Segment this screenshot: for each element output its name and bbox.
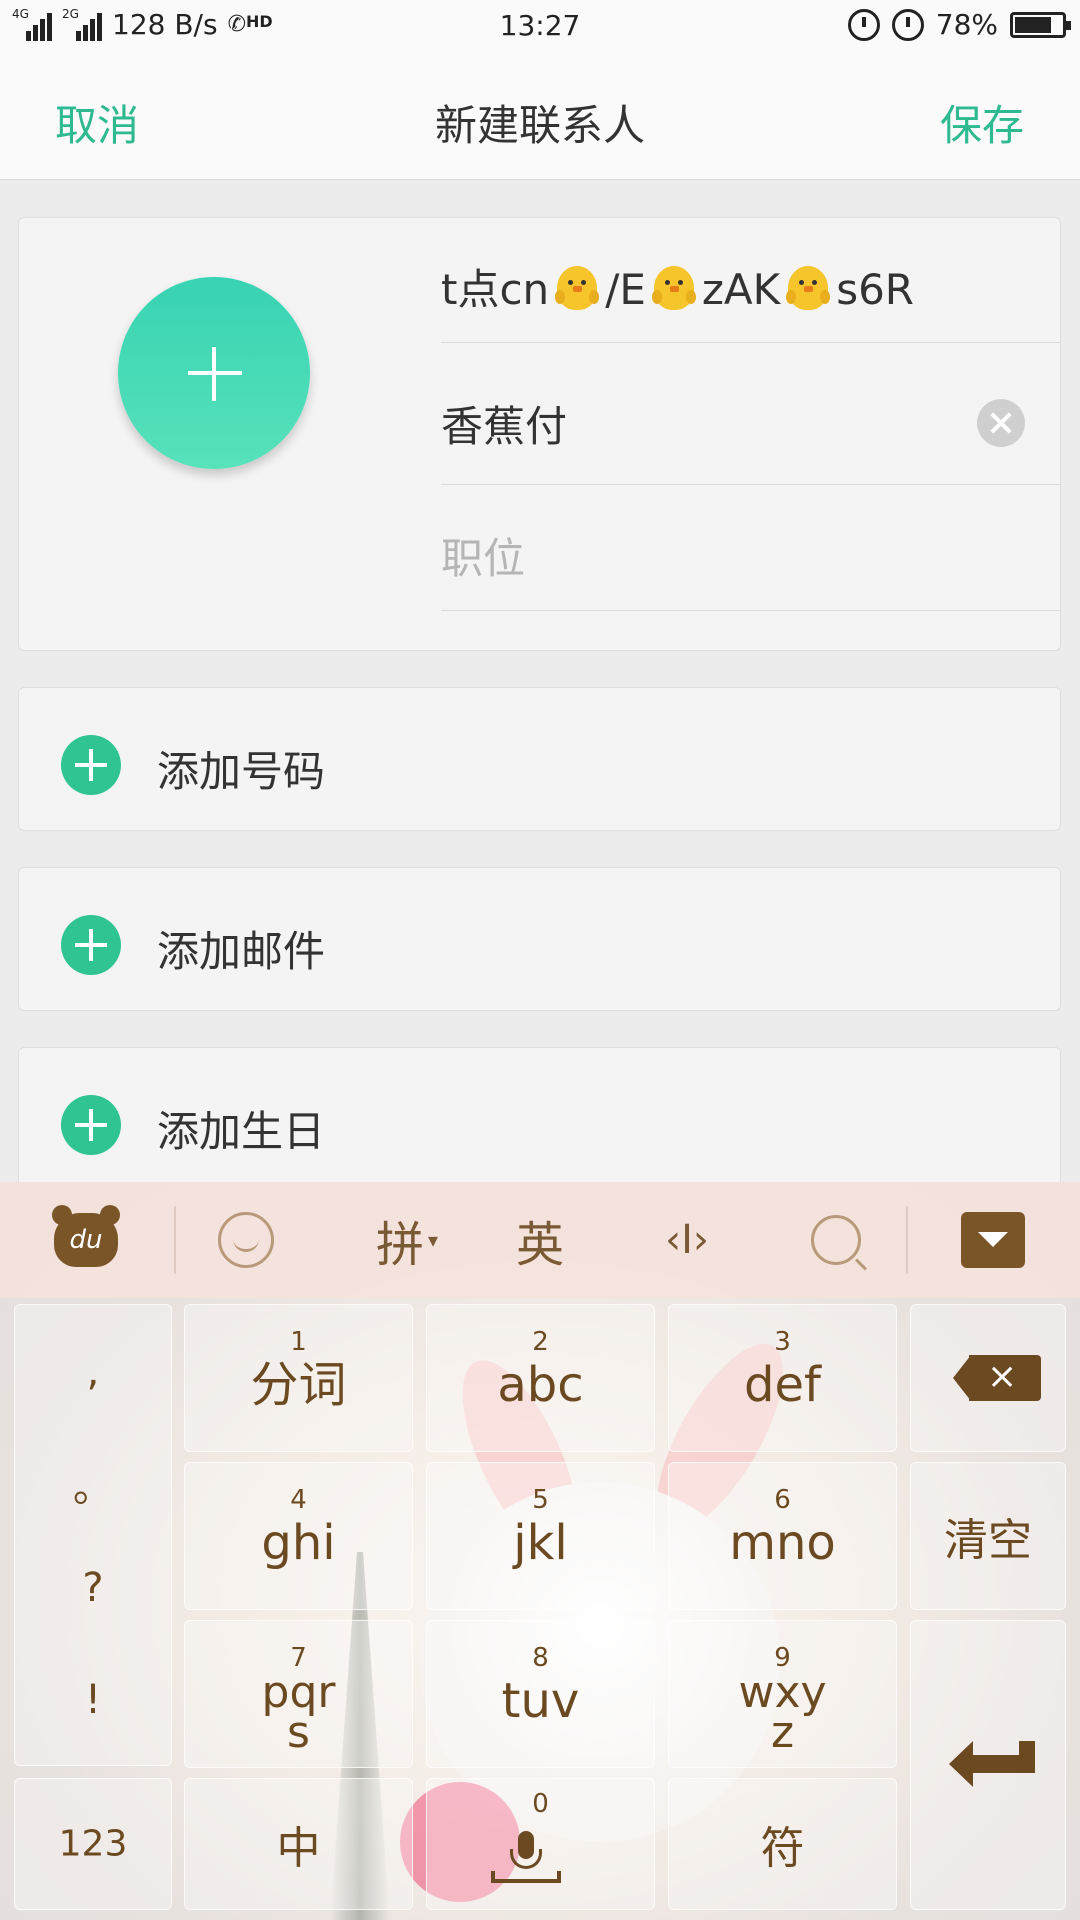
page-title: 新建联系人 bbox=[434, 101, 645, 150]
add-birthday-label: 添加生日 bbox=[157, 1107, 326, 1156]
du-logo-text: du bbox=[52, 1205, 120, 1267]
punct-comma-key[interactable]: , bbox=[15, 1349, 171, 1395]
enter-key[interactable] bbox=[910, 1620, 1066, 1910]
chick-emoji-icon bbox=[782, 262, 834, 314]
title-bar: 取消 新建联系人 保存 bbox=[0, 54, 1080, 180]
key-label: jkl bbox=[513, 1515, 568, 1571]
backspace-key[interactable]: × bbox=[910, 1304, 1066, 1452]
name-part-3: zAK bbox=[701, 265, 781, 314]
rotation-lock-icon bbox=[847, 8, 880, 41]
english-mode-button[interactable]: 英 bbox=[510, 1200, 570, 1280]
key-label: tuv bbox=[501, 1673, 580, 1729]
key-number: 1 bbox=[290, 1327, 307, 1357]
symbols-label: 符 bbox=[760, 1823, 805, 1874]
contact-info-card: t点cn/E zAK s6R 香蕉付 职位 bbox=[18, 217, 1061, 651]
space-voice-key[interactable]: 0 bbox=[426, 1778, 655, 1910]
key-8[interactable]: 8 tuv bbox=[426, 1620, 655, 1768]
du-logo-icon[interactable]: du bbox=[52, 1200, 120, 1280]
key-1[interactable]: 1 分词 bbox=[184, 1304, 413, 1452]
emoji-icon[interactable] bbox=[216, 1200, 276, 1280]
clear-icon[interactable] bbox=[977, 399, 1025, 447]
key-6[interactable]: 6 mno bbox=[668, 1462, 897, 1610]
add-photo-button[interactable] bbox=[118, 277, 310, 469]
key-number: 5 bbox=[532, 1485, 549, 1515]
dropdown-arrow-icon: ▾ bbox=[427, 1228, 439, 1252]
cursor-label: ‹I› bbox=[665, 1217, 709, 1263]
cursor-move-icon[interactable]: ‹I› bbox=[654, 1200, 720, 1280]
add-phone-label: 添加号码 bbox=[157, 747, 326, 796]
backspace-icon: × bbox=[953, 1355, 1043, 1401]
chinese-key[interactable]: 中 bbox=[184, 1778, 413, 1910]
key-7[interactable]: 7 pqr s bbox=[184, 1620, 413, 1768]
key-number: 8 bbox=[532, 1643, 549, 1673]
key-number: 0 bbox=[532, 1789, 549, 1819]
key-number: 4 bbox=[290, 1485, 307, 1515]
add-phone-row[interactable]: 添加号码 bbox=[18, 687, 1061, 831]
key-label: pqr s bbox=[261, 1667, 336, 1759]
english-label: 英 bbox=[515, 1217, 564, 1273]
enter-icon bbox=[949, 1741, 1039, 1787]
punctuation-column: , 。 ? ! bbox=[14, 1304, 172, 1766]
key-number: 6 bbox=[774, 1485, 791, 1515]
key-number: 2 bbox=[532, 1327, 549, 1357]
add-email-row[interactable]: 添加邮件 bbox=[18, 867, 1061, 1011]
search-icon[interactable] bbox=[806, 1200, 866, 1280]
add-circle-icon bbox=[61, 735, 121, 795]
numbers-label: 123 bbox=[58, 1823, 128, 1865]
add-circle-icon bbox=[61, 915, 121, 975]
name-field[interactable]: t点cn/E zAK s6R bbox=[441, 218, 1061, 343]
chick-emoji-icon bbox=[551, 262, 603, 314]
status-right: 78% bbox=[847, 8, 1071, 41]
key-label: wxy z bbox=[738, 1667, 827, 1759]
numbers-key[interactable]: 123 bbox=[14, 1778, 172, 1910]
keyboard-toolbar: du 拼 ▾ 英 ‹I› bbox=[0, 1182, 1080, 1298]
battery-percent: 78% bbox=[935, 8, 998, 41]
key-label: mno bbox=[729, 1515, 836, 1571]
key-label: abc bbox=[497, 1357, 584, 1413]
microphone-icon bbox=[491, 1831, 561, 1887]
punct-question-key[interactable]: ? bbox=[15, 1565, 171, 1611]
alarm-icon bbox=[891, 8, 924, 41]
toolbar-divider bbox=[906, 1206, 908, 1274]
name-part-4: s6R bbox=[836, 265, 914, 314]
position-field[interactable]: 职位 bbox=[441, 485, 1061, 611]
battery-icon bbox=[1010, 11, 1071, 38]
punct-period-key[interactable]: 。 bbox=[15, 1455, 171, 1513]
save-button[interactable]: 保存 bbox=[940, 92, 1024, 153]
pinyin-label: 拼 bbox=[375, 1217, 424, 1273]
company-value: 香蕉付 bbox=[441, 402, 568, 451]
punct-exclaim-key[interactable]: ! bbox=[15, 1677, 171, 1723]
battery-fill bbox=[1015, 16, 1051, 33]
key-label: def bbox=[744, 1357, 821, 1413]
key-3[interactable]: 3 def bbox=[668, 1304, 897, 1452]
key-label: ghi bbox=[261, 1515, 336, 1571]
name-part-1: t点cn bbox=[441, 265, 550, 314]
chinese-label: 中 bbox=[276, 1823, 321, 1874]
symbols-key[interactable]: 符 bbox=[668, 1778, 897, 1910]
name-part-2: /E bbox=[605, 265, 646, 314]
pinyin-mode-button[interactable]: 拼 ▾ bbox=[362, 1200, 452, 1280]
toolbar-divider bbox=[174, 1206, 176, 1274]
hide-keyboard-icon[interactable] bbox=[960, 1200, 1026, 1280]
key-number: 3 bbox=[774, 1327, 791, 1357]
plus-icon-vertical bbox=[212, 347, 216, 401]
key-9[interactable]: 9 wxy z bbox=[668, 1620, 897, 1768]
key-5[interactable]: 5 jkl bbox=[426, 1462, 655, 1610]
clear-label: 清空 bbox=[944, 1515, 1032, 1566]
key-label: 分词 bbox=[250, 1357, 347, 1413]
key-4[interactable]: 4 ghi bbox=[184, 1462, 413, 1610]
chick-emoji-icon bbox=[648, 262, 700, 314]
company-field[interactable]: 香蕉付 bbox=[441, 343, 1061, 485]
position-placeholder: 职位 bbox=[441, 534, 526, 583]
status-bar: 4G 2G 128 B/s ✆HD 13:27 78% bbox=[0, 0, 1080, 54]
add-circle-icon bbox=[61, 1095, 121, 1155]
add-email-label: 添加邮件 bbox=[157, 927, 326, 976]
key-2[interactable]: 2 abc bbox=[426, 1304, 655, 1452]
ime-keyboard: du 拼 ▾ 英 ‹I› , 。 ? ! 1 分词 2 abc 3 def × 4… bbox=[0, 1182, 1080, 1920]
clear-key[interactable]: 清空 bbox=[910, 1462, 1066, 1610]
